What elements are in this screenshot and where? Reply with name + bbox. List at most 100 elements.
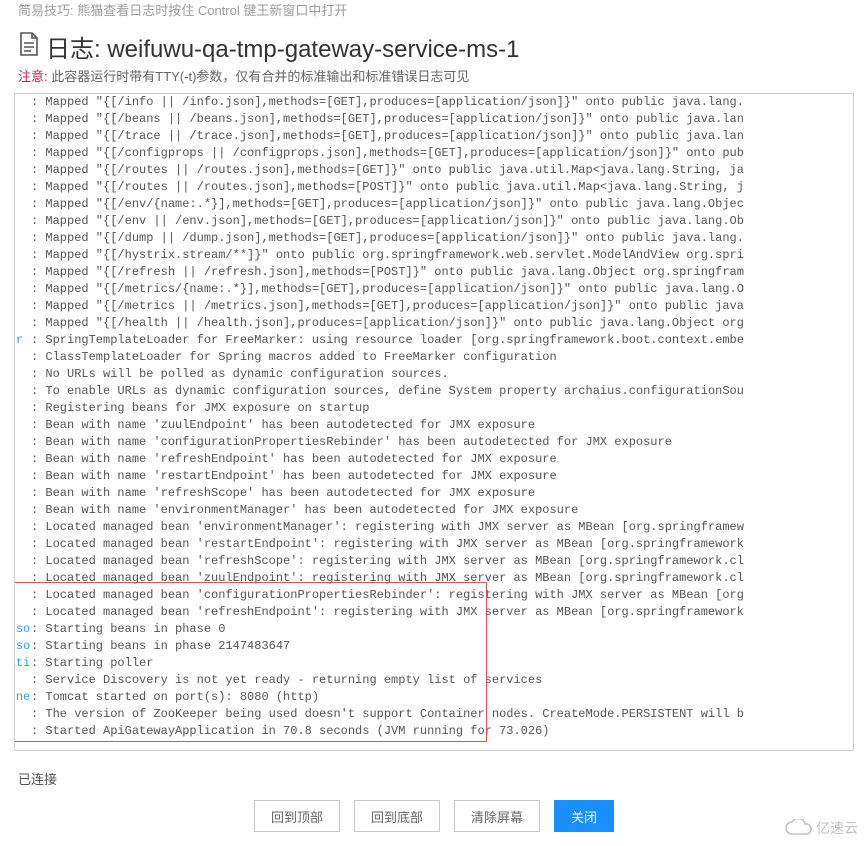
document-icon	[18, 31, 40, 62]
log-source: otationMBeanExporter	[14, 570, 31, 587]
log-source: .EndpointHandlerMapping	[14, 162, 31, 179]
log-source: otationMBeanExporter	[14, 434, 31, 451]
log-line: ixMetricsPollerConfiguration: Starting p…	[14, 655, 854, 672]
clear-screen-button[interactable]: 清除屏幕	[454, 800, 540, 832]
log-source: otationMBeanExporter	[14, 400, 31, 417]
log-source: rker.SpringTemplateLoader	[14, 332, 31, 349]
log-source: t.DefaultLifecycleProcessor	[14, 621, 31, 638]
log-line: .EndpointHandlerMapping: Mapped "{[/dump…	[14, 230, 854, 247]
log-source: s.URLConfigurationSource	[14, 383, 31, 400]
page-title: 日志: weifuwu-qa-tmp-gateway-service-ms-1	[46, 29, 519, 64]
log-line: .EndpointHandlerMapping: Mapped "{[/info…	[14, 94, 854, 111]
log-line: .EndpointHandlerMapping: Mapped "{[/trac…	[14, 128, 854, 145]
log-viewport[interactable]: .EndpointHandlerMapping: Mapped "{[/info…	[14, 93, 854, 751]
log-message: : Bean with name 'refreshEndpoint' has b…	[31, 451, 557, 468]
log-line: otationMBeanExporter: Located managed be…	[14, 604, 854, 621]
log-line: otationMBeanExporter: Bean with name 'en…	[14, 502, 854, 519]
hint-text: 简易技巧: 熊猫查看日志时按住 Control 键王新窗口中打开	[0, 0, 868, 23]
log-message: : Mapped "{[/trace || /trace.json],metho…	[31, 128, 744, 145]
log-message: : Starting beans in phase 0	[31, 621, 225, 638]
log-line: s.URLConfigurationSource: To enable URLs…	[14, 383, 854, 400]
log-message: : Mapped "{[/routes || /routes.json],met…	[31, 179, 744, 196]
log-message: : Located managed bean 'zuulEndpoint': r…	[31, 570, 744, 587]
title-prefix: 日志:	[46, 36, 101, 63]
log-source: s.URLConfigurationSource	[14, 366, 31, 383]
log-line: otationMBeanExporter: Located managed be…	[14, 536, 854, 553]
log-source: .EndpointHandlerMapping	[14, 213, 31, 230]
log-message: : Located managed bean 'refreshScope': r…	[31, 553, 744, 570]
log-source: .EndpointHandlerMapping	[14, 230, 31, 247]
log-message: : Starting poller	[31, 655, 153, 672]
log-line: rator.utils.ZKPaths: The version of ZooK…	[14, 706, 854, 723]
log-source: ixMetricsPollerConfiguration	[14, 655, 31, 672]
log-message: : Bean with name 'refreshScope' has been…	[31, 485, 535, 502]
log-message: : ClassTemplateLoader for Spring macros …	[31, 349, 557, 366]
log-line: t.DefaultLifecycleProcessor: Starting be…	[14, 621, 854, 638]
log-source: reeMarkerConfigurer	[14, 349, 31, 366]
footer: 回到顶部 回到底部 清除屏幕 关闭 亿速云	[0, 800, 868, 846]
log-message: : Started ApiGatewayApplication in 70.8 …	[31, 723, 549, 740]
log-source: .EndpointHandlerMapping	[14, 264, 31, 281]
log-message: : Starting beans in phase 2147483647	[31, 638, 290, 655]
title-service-name: weifuwu-qa-tmp-gateway-service-ms-1	[107, 36, 519, 63]
log-line: otationMBeanExporter: Bean with name 're…	[14, 485, 854, 502]
log-source: otationMBeanExporter	[14, 468, 31, 485]
log-line: .EndpointHandlerMapping: Mapped "{[/hyst…	[14, 247, 854, 264]
log-source: iGatewayApplication	[14, 723, 31, 740]
log-message: : Mapped "{[/env/{name:.*}],methods=[GET…	[31, 196, 744, 213]
log-line: reeMarkerConfigurer: ClassTemplateLoader…	[14, 349, 854, 366]
log-source: otationMBeanExporter	[14, 553, 31, 570]
log-line: .EndpointHandlerMapping: Mapped "{[/conf…	[14, 145, 854, 162]
close-button[interactable]: 关闭	[554, 800, 614, 832]
log-line: otationMBeanExporter: Bean with name 're…	[14, 468, 854, 485]
brand-watermark: 亿速云	[784, 818, 858, 838]
log-source: .EndpointHandlerMapping	[14, 247, 31, 264]
log-source: otationMBeanExporter	[14, 536, 31, 553]
log-source: .EndpointHandlerMapping	[14, 128, 31, 145]
log-source: t.DefaultLifecycleProcessor	[14, 638, 31, 655]
log-message: : Tomcat started on port(s): 8080 (http)	[31, 689, 319, 706]
log-message: : Bean with name 'environmentManager' ha…	[31, 502, 578, 519]
log-message: : Located managed bean 'restartEndpoint'…	[31, 536, 744, 553]
log-line: otationMBeanExporter: Located managed be…	[14, 553, 854, 570]
log-message: : Bean with name 'zuulEndpoint' has been…	[31, 417, 535, 434]
log-source: rator.utils.ZKPaths	[14, 706, 31, 723]
scroll-bottom-button[interactable]: 回到底部	[354, 800, 440, 832]
log-line: .EndpointHandlerMapping: Mapped "{[/bean…	[14, 111, 854, 128]
log-message: : Mapped "{[/env || /env.json],methods=[…	[31, 213, 744, 230]
log-line: .EndpointHandlerMapping: Mapped "{[/rout…	[14, 179, 854, 196]
log-line: otationMBeanExporter: Located managed be…	[14, 570, 854, 587]
log-source: catEmbeddedServletContainer	[14, 689, 31, 706]
log-message: : Mapped "{[/health || /health.json],pro…	[31, 315, 744, 332]
log-source: .EndpointHandlerMapping	[14, 94, 31, 111]
log-source: .EndpointHandlerMapping	[14, 179, 31, 196]
log-source: .EndpointHandlerMapping	[14, 196, 31, 213]
log-message: : Mapped "{[/dump || /dump.json],methods…	[31, 230, 744, 247]
notice-text: 此容器运行时带有TTY(-t)参数，仅有合并的标准输出和标准错误日志可见	[51, 69, 469, 84]
log-message: : Mapped "{[/info || /info.json],methods…	[31, 94, 744, 111]
notice-prefix: 注意:	[18, 69, 48, 84]
scroll-top-button[interactable]: 回到顶部	[254, 800, 340, 832]
log-message: : Mapped "{[/metrics/{name:.*}],methods=…	[31, 281, 744, 298]
log-message: : Bean with name 'configurationPropertie…	[31, 434, 672, 451]
log-message: : Bean with name 'restartEndpoint' has b…	[31, 468, 557, 485]
title-row: 日志: weifuwu-qa-tmp-gateway-service-ms-1	[0, 23, 868, 64]
log-line: .EndpointHandlerMapping: Mapped "{[/heal…	[14, 315, 854, 332]
log-source: .EndpointHandlerMapping	[14, 145, 31, 162]
log-source: .EndpointHandlerMapping	[14, 281, 31, 298]
log-message: : The version of ZooKeeper being used do…	[31, 706, 744, 723]
log-message: : Mapped "{[/routes || /routes.json],met…	[31, 162, 744, 179]
log-source: otationMBeanExporter	[14, 502, 31, 519]
log-message: : Mapped "{[/hystrix.stream/**]}" onto p…	[31, 247, 744, 264]
log-source: otationMBeanExporter	[14, 519, 31, 536]
log-line: catEmbeddedServletContainer: Tomcat star…	[14, 689, 854, 706]
log-message: : Mapped "{[/metrics || /metrics.json],m…	[31, 298, 744, 315]
log-message: : Located managed bean 'configurationPro…	[31, 587, 744, 604]
log-source: otationMBeanExporter	[14, 604, 31, 621]
log-message: : SpringTemplateLoader for FreeMarker: u…	[31, 332, 744, 349]
notice-bar: 注意: 此容器运行时带有TTY(-t)参数，仅有合并的标准输出和标准错误日志可见	[0, 64, 868, 93]
log-line: otationMBeanExporter: Bean with name 're…	[14, 451, 854, 468]
log-line: iGatewayApplication: Started ApiGatewayA…	[14, 723, 854, 740]
log-source: .EndpointHandlerMapping	[14, 315, 31, 332]
log-line: .EndpointHandlerMapping: Mapped "{[/env/…	[14, 196, 854, 213]
